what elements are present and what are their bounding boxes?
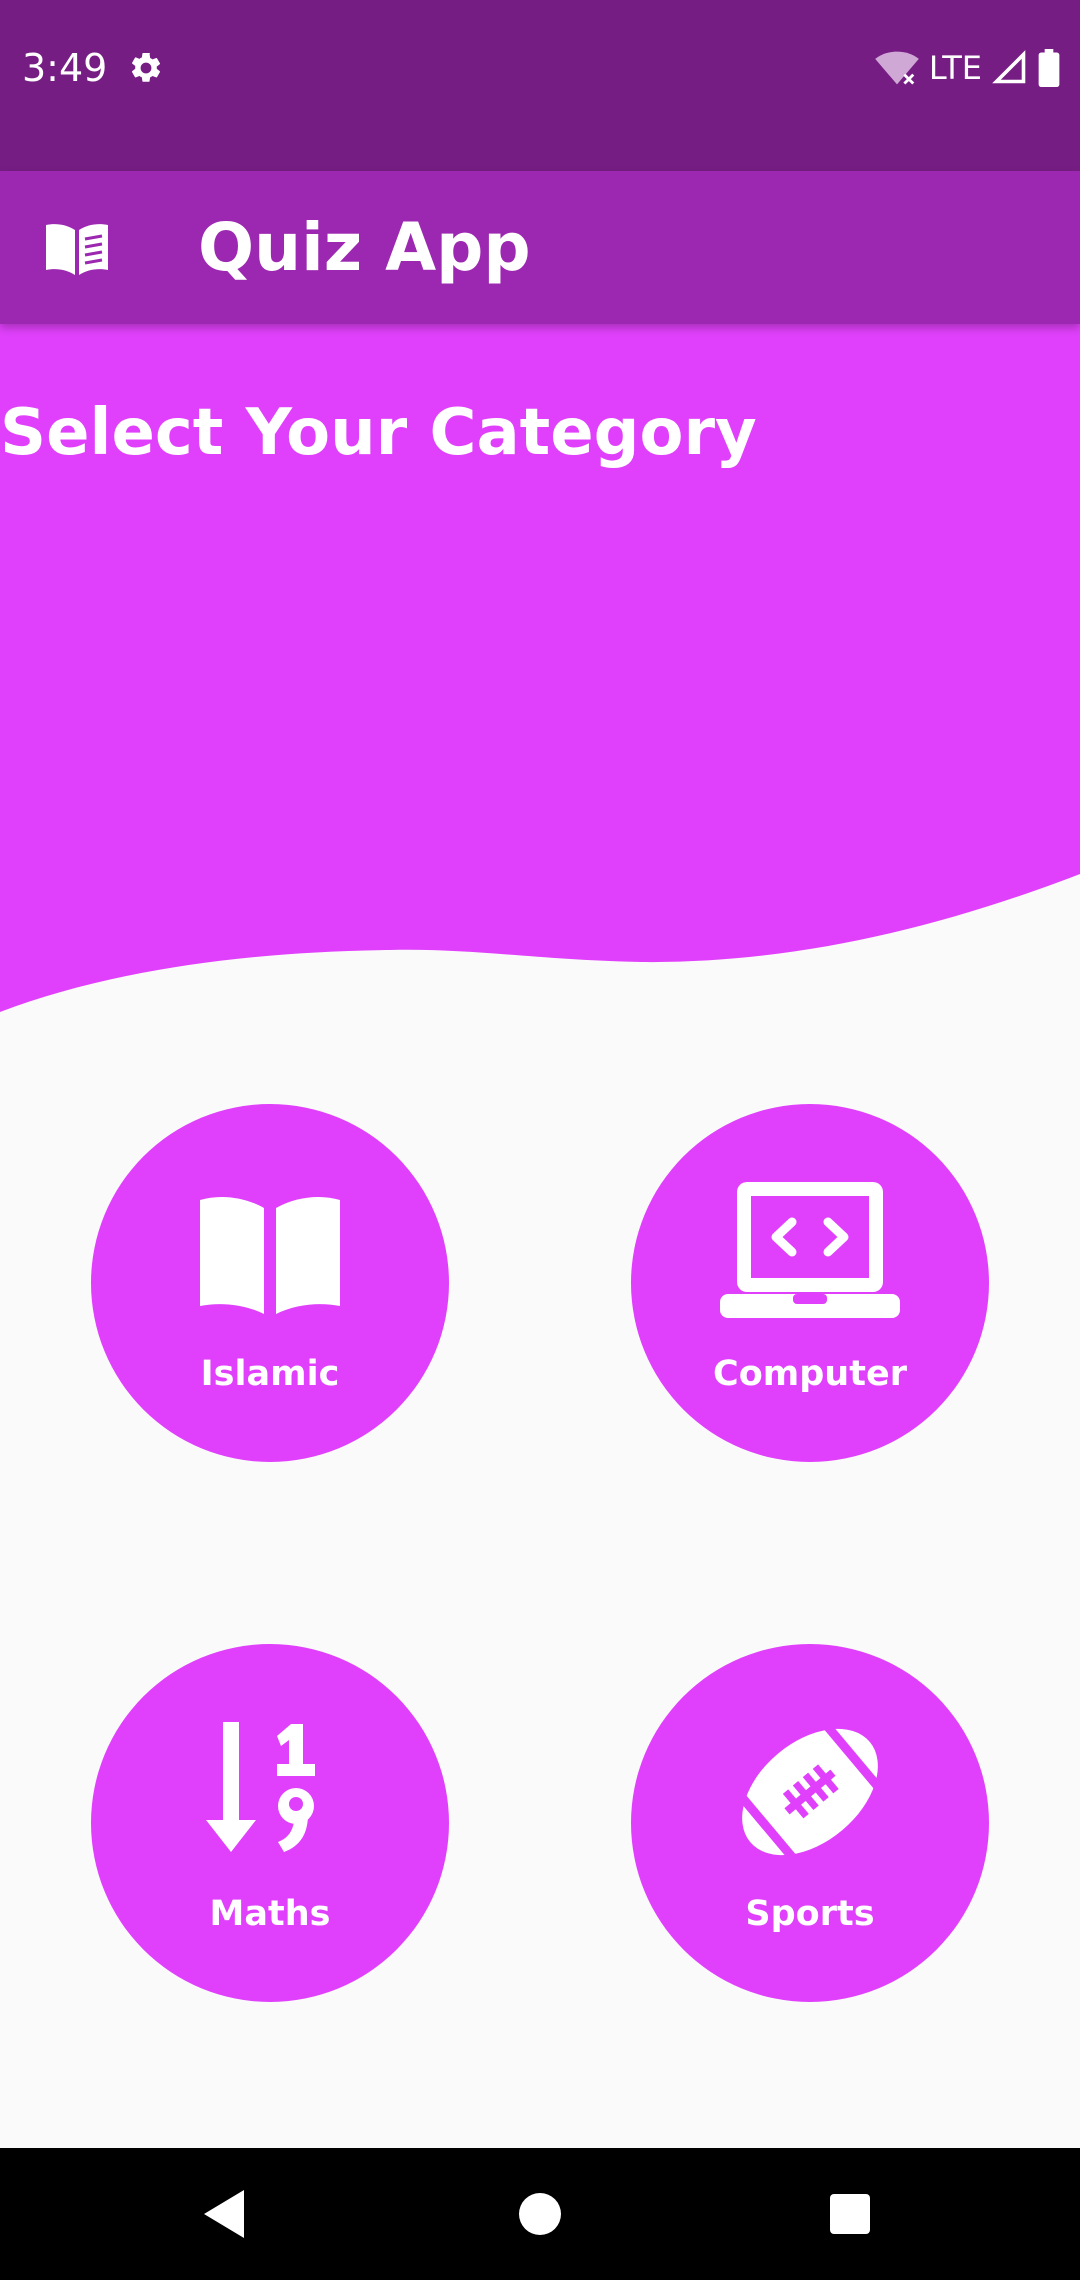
recents-icon[interactable]	[820, 2184, 880, 2244]
section-title: Select Your Category	[0, 396, 757, 470]
category-label: Maths	[209, 1894, 331, 1934]
status-icons: LTE	[874, 44, 1060, 92]
status-time: 3:49	[22, 46, 108, 90]
category-label: Computer	[713, 1354, 907, 1394]
football-icon	[728, 1722, 892, 1862]
app-bar: Quiz App	[0, 171, 1080, 324]
home-icon[interactable]	[510, 2184, 570, 2244]
settings-icon	[131, 52, 161, 82]
sort-numeric-down-icon	[206, 1722, 315, 1852]
status-bar: 3:49 LTE	[0, 0, 1080, 171]
navigation-bar	[0, 2148, 1080, 2280]
signal-icon	[992, 50, 1026, 84]
category-label: Sports	[745, 1894, 875, 1934]
back-icon[interactable]	[196, 2184, 256, 2244]
category-computer-button[interactable]: Computer	[631, 1104, 989, 1462]
wifi-off-icon	[874, 51, 919, 85]
book-open-icon[interactable]	[44, 219, 110, 277]
category-islamic-button[interactable]: Islamic	[91, 1104, 449, 1462]
category-maths-button[interactable]: Maths	[91, 1644, 449, 2002]
network-type: LTE	[928, 49, 982, 87]
category-sports-button[interactable]: Sports	[631, 1644, 989, 2002]
battery-icon	[1038, 49, 1060, 87]
category-label: Islamic	[200, 1354, 340, 1394]
open-book-icon	[200, 1196, 340, 1314]
app-title: Quiz App	[198, 209, 531, 286]
laptop-code-icon	[720, 1182, 900, 1318]
